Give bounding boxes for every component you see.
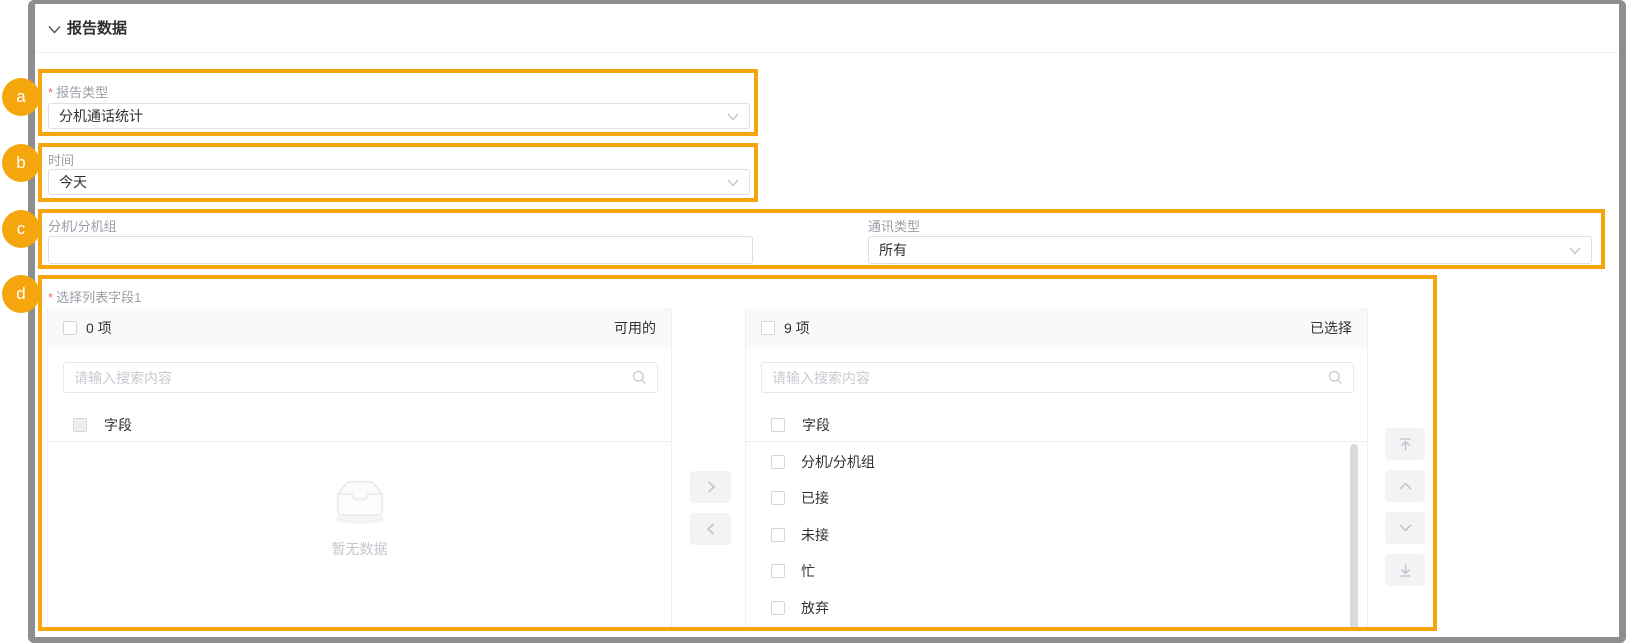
scrollbar[interactable] bbox=[1350, 444, 1358, 630]
move-down-button[interactable] bbox=[1385, 512, 1425, 544]
available-column-header: 字段 bbox=[48, 408, 671, 441]
selected-column-label: 字段 bbox=[802, 415, 830, 435]
available-panel-header: 0 项 可用的 bbox=[48, 308, 671, 348]
empty-box-icon bbox=[324, 476, 396, 526]
report-settings-page: 报告数据 *报告类型 分机通话统计 时间 今天 分机/分机组 通讯类型 所有 *… bbox=[0, 0, 1626, 643]
available-panel: 0 项 可用的 字段 暂无数据 bbox=[47, 308, 672, 631]
selected-title: 已选择 bbox=[1310, 318, 1352, 338]
annotation-badge-b: b bbox=[2, 144, 40, 182]
list-item[interactable]: 已接 bbox=[746, 480, 1367, 516]
selected-select-all-checkbox[interactable] bbox=[761, 321, 775, 335]
available-select-all-checkbox[interactable] bbox=[63, 321, 77, 335]
report-type-label: *报告类型 bbox=[48, 82, 108, 101]
list-item[interactable]: 放弃 bbox=[746, 590, 1367, 626]
search-icon bbox=[1328, 370, 1343, 385]
chevron-right-icon bbox=[704, 480, 718, 494]
required-mark: * bbox=[48, 85, 53, 100]
available-column-checkbox[interactable] bbox=[73, 418, 87, 432]
selected-search-box bbox=[761, 362, 1354, 393]
chevron-down-icon bbox=[727, 113, 739, 121]
chevron-down-icon bbox=[1569, 247, 1581, 255]
item-label: 放弃 bbox=[801, 598, 829, 618]
required-mark: * bbox=[48, 290, 53, 305]
list-item[interactable]: 忙 bbox=[746, 553, 1367, 589]
list-divider bbox=[746, 441, 1367, 442]
search-icon bbox=[632, 370, 647, 385]
chevron-up-icon bbox=[1398, 481, 1413, 491]
header-divider bbox=[35, 52, 1619, 53]
move-top-button[interactable] bbox=[1385, 428, 1425, 460]
available-column-label: 字段 bbox=[104, 415, 132, 435]
item-checkbox[interactable] bbox=[771, 491, 785, 505]
selected-column-checkbox[interactable] bbox=[771, 418, 785, 432]
item-label: 已接 bbox=[801, 488, 829, 508]
available-title: 可用的 bbox=[614, 318, 656, 338]
annotation-badge-c: c bbox=[2, 210, 40, 248]
extension-input[interactable] bbox=[48, 236, 753, 264]
available-count: 0 项 bbox=[86, 318, 112, 338]
item-checkbox[interactable] bbox=[771, 564, 785, 578]
list-divider bbox=[48, 441, 671, 442]
empty-text: 暂无数据 bbox=[48, 539, 671, 559]
move-up-button[interactable] bbox=[1385, 470, 1425, 502]
extension-label: 分机/分机组 bbox=[48, 216, 117, 235]
available-search-box bbox=[63, 362, 658, 393]
selected-search-input[interactable] bbox=[772, 370, 1328, 386]
item-checkbox[interactable] bbox=[771, 601, 785, 615]
chevron-down-icon bbox=[1398, 523, 1413, 533]
move-right-button[interactable] bbox=[690, 471, 731, 503]
annotation-badge-d: d bbox=[2, 275, 40, 313]
annotation-badge-a: a bbox=[2, 78, 40, 116]
available-search-input[interactable] bbox=[74, 370, 632, 386]
comm-type-select[interactable]: 所有 bbox=[868, 236, 1592, 264]
selected-panel: 9 项 已选择 字段 分机/分机组 已接 未接 bbox=[745, 308, 1368, 631]
move-to-bottom-icon bbox=[1398, 563, 1413, 578]
selected-panel-header: 9 项 已选择 bbox=[746, 308, 1367, 348]
list-fields-label-text: 选择列表字段1 bbox=[56, 290, 141, 305]
comm-type-label: 通讯类型 bbox=[868, 216, 920, 235]
move-left-button[interactable] bbox=[690, 513, 731, 545]
item-label: 未接 bbox=[801, 525, 829, 545]
chevron-left-icon bbox=[704, 522, 718, 536]
item-checkbox[interactable] bbox=[771, 528, 785, 542]
item-checkbox[interactable] bbox=[771, 455, 785, 469]
comm-type-value: 所有 bbox=[879, 240, 907, 260]
time-value: 今天 bbox=[59, 172, 87, 192]
chevron-down-icon bbox=[727, 179, 739, 187]
time-select[interactable]: 今天 bbox=[48, 169, 750, 195]
item-label: 分机/分机组 bbox=[801, 452, 875, 472]
list-item[interactable]: 未接 bbox=[746, 517, 1367, 553]
item-label: 忙 bbox=[801, 561, 815, 581]
time-label: 时间 bbox=[48, 150, 74, 169]
report-type-label-text: 报告类型 bbox=[56, 85, 108, 100]
report-type-value: 分机通话统计 bbox=[59, 106, 143, 126]
move-to-top-icon bbox=[1398, 437, 1413, 452]
section-title: 报告数据 bbox=[67, 17, 127, 38]
empty-state: 暂无数据 bbox=[48, 476, 671, 559]
list-item[interactable]: 分机/分机组 bbox=[746, 444, 1367, 480]
selected-column-header: 字段 bbox=[746, 408, 1367, 441]
collapse-chevron-icon[interactable] bbox=[48, 25, 61, 34]
move-bottom-button[interactable] bbox=[1385, 554, 1425, 586]
report-type-select[interactable]: 分机通话统计 bbox=[48, 103, 750, 129]
selected-count: 9 项 bbox=[784, 318, 810, 338]
list-fields-label: *选择列表字段1 bbox=[48, 287, 141, 306]
